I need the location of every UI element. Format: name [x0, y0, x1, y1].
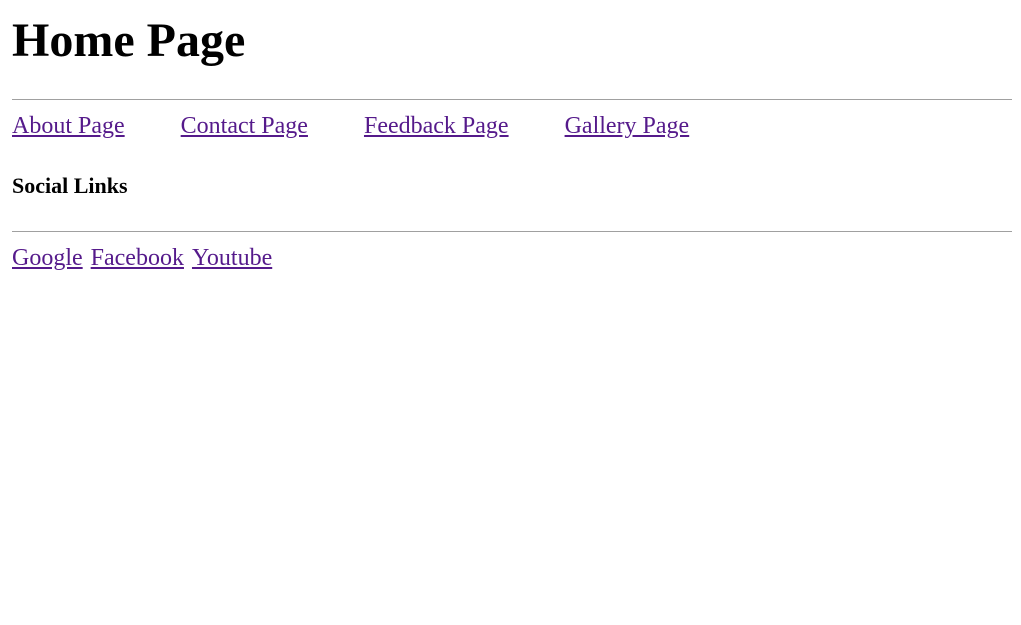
- youtube-link[interactable]: Youtube: [192, 244, 272, 272]
- page-navigation: About Page Contact Page Feedback Page Galle…: [12, 112, 745, 140]
- social-links-heading: Social Links: [12, 173, 128, 198]
- google-link[interactable]: Google: [12, 244, 83, 272]
- page-title: Home Page: [12, 14, 246, 67]
- gallery-page-link[interactable]: Gallery Page: [565, 112, 690, 140]
- about-page-link[interactable]: About Page: [12, 112, 125, 140]
- contact-page-link[interactable]: Contact Page: [181, 112, 308, 140]
- facebook-link[interactable]: Facebook: [91, 244, 184, 272]
- social-divider: [12, 231, 1012, 232]
- top-divider: [12, 99, 1012, 100]
- feedback-page-link[interactable]: Feedback Page: [364, 112, 509, 140]
- social-links: Google Facebook Youtube: [12, 244, 274, 272]
